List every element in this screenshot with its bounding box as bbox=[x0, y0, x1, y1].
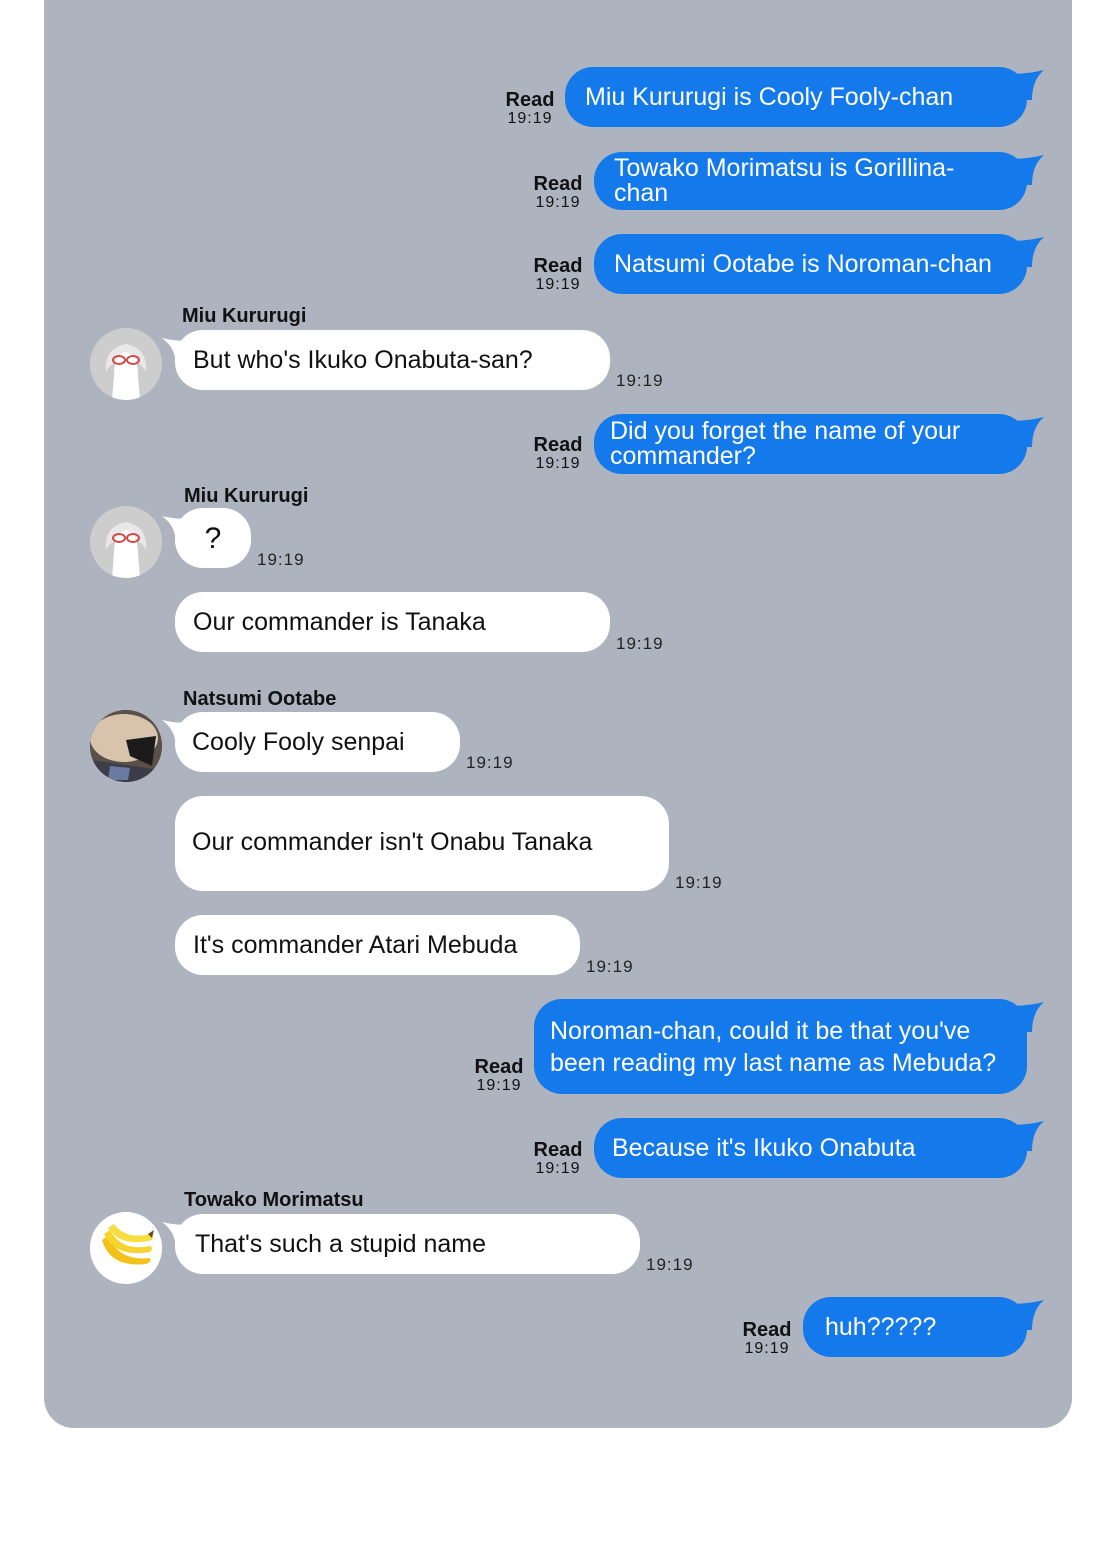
message-text: Because it's Ikuko Onabuta bbox=[612, 1133, 916, 1162]
message-time: 19:19 bbox=[257, 550, 305, 569]
bubble-tail bbox=[1010, 155, 1044, 185]
incoming-message[interactable]: Cooly Fooly senpai bbox=[175, 712, 460, 772]
read-receipt: Read 19:19 bbox=[737, 1320, 797, 1357]
read-receipt: Read 19:19 bbox=[528, 256, 588, 293]
sender-name: Towako Morimatsu bbox=[184, 1189, 364, 1211]
message-time: 19:19 bbox=[744, 1340, 790, 1357]
banana-avatar-icon bbox=[90, 1212, 162, 1284]
message-time: 19:19 bbox=[535, 455, 581, 472]
read-receipt: Read 19:19 bbox=[528, 174, 588, 211]
incoming-message[interactable]: Our commander is Tanaka bbox=[175, 592, 610, 652]
message-text: Our commander isn't Onabu Tanaka bbox=[192, 828, 593, 856]
message-time: 19:19 bbox=[535, 1160, 581, 1177]
bubble-tail bbox=[1010, 1002, 1044, 1032]
outgoing-message[interactable]: huh????? bbox=[803, 1297, 1027, 1357]
message-time: 19:19 bbox=[646, 1255, 694, 1274]
message-time: 19:19 bbox=[675, 873, 723, 892]
sender-name: Miu Kururugi bbox=[182, 305, 307, 327]
outgoing-message[interactable]: Did you forget the name of your commande… bbox=[594, 414, 1027, 474]
bubble-tail bbox=[1010, 70, 1044, 100]
message-text: But who's Ikuko Onabuta-san? bbox=[193, 345, 533, 374]
outgoing-message[interactable]: Miu Kururugi is Cooly Fooly-chan bbox=[565, 67, 1027, 127]
read-receipt: Read 19:19 bbox=[528, 435, 588, 472]
chat-panel: Read 19:19 Miu Kururugi is Cooly Fooly-ch… bbox=[44, 0, 1072, 1428]
outgoing-message[interactable]: Because it's Ikuko Onabuta bbox=[594, 1118, 1027, 1178]
message-text: It's commander Atari Mebuda bbox=[193, 930, 518, 959]
outgoing-message[interactable]: Natsumi Ootabe is Noroman-chan bbox=[594, 234, 1027, 294]
outgoing-message[interactable]: Towako Morimatsu is Gorillina-chan bbox=[594, 152, 1027, 210]
message-text: Noroman-chan, could it be that you've be… bbox=[550, 1016, 997, 1077]
message-time: 19:19 bbox=[616, 371, 664, 390]
glasses-girl-avatar-icon bbox=[90, 328, 162, 400]
message-time: 19:19 bbox=[535, 194, 581, 211]
message-text: Towako Morimatsu is Gorillina-chan bbox=[614, 154, 955, 207]
message-text: huh????? bbox=[825, 1313, 937, 1341]
read-receipt: Read 19:19 bbox=[469, 1057, 529, 1094]
incoming-message[interactable]: But who's Ikuko Onabuta-san? bbox=[175, 330, 610, 390]
read-receipt: Read 19:19 bbox=[500, 90, 560, 127]
message-time: 19:19 bbox=[586, 957, 634, 976]
incoming-message[interactable]: That's such a stupid name bbox=[175, 1214, 640, 1274]
message-text: Cooly Fooly senpai bbox=[192, 727, 405, 756]
avatar[interactable] bbox=[90, 710, 162, 782]
read-receipt: Read 19:19 bbox=[528, 1140, 588, 1177]
incoming-message[interactable]: ? bbox=[175, 508, 251, 568]
message-text: ? bbox=[204, 521, 222, 555]
avatar[interactable] bbox=[90, 506, 162, 578]
incoming-message[interactable]: Our commander isn't Onabu Tanaka bbox=[175, 796, 669, 891]
message-time: 19:19 bbox=[507, 110, 553, 127]
message-text: Miu Kururugi is Cooly Fooly-chan bbox=[585, 82, 954, 111]
bubble-tail bbox=[1010, 417, 1044, 447]
message-time: 19:19 bbox=[476, 1077, 522, 1094]
sender-name: Miu Kururugi bbox=[184, 485, 309, 507]
avatar[interactable] bbox=[90, 1212, 162, 1284]
message-time: 19:19 bbox=[535, 276, 581, 293]
incoming-message[interactable]: It's commander Atari Mebuda bbox=[175, 915, 580, 975]
message-text: Our commander is Tanaka bbox=[193, 607, 486, 636]
bubble-tail bbox=[1010, 237, 1044, 267]
glasses-girl-avatar-icon bbox=[90, 506, 162, 578]
bubble-tail bbox=[1010, 1121, 1044, 1151]
photo-avatar-icon bbox=[90, 710, 162, 782]
message-text: That's such a stupid name bbox=[195, 1229, 487, 1258]
message-time: 19:19 bbox=[466, 753, 514, 772]
message-time: 19:19 bbox=[616, 634, 664, 653]
bubble-tail bbox=[1010, 1300, 1044, 1330]
sender-name: Natsumi Ootabe bbox=[183, 688, 337, 710]
outgoing-message[interactable]: Noroman-chan, could it be that you've be… bbox=[534, 999, 1027, 1094]
message-text: Did you forget the name of your commande… bbox=[610, 417, 961, 470]
message-text: Natsumi Ootabe is Noroman-chan bbox=[614, 249, 992, 278]
avatar[interactable] bbox=[90, 328, 162, 400]
